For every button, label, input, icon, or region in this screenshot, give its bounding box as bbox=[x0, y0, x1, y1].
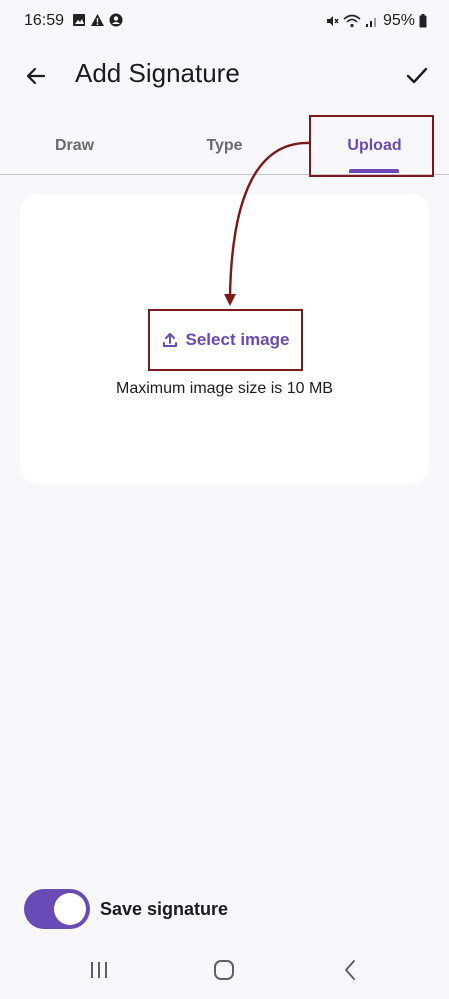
image-icon bbox=[73, 14, 85, 26]
chevron-left-icon bbox=[345, 960, 355, 980]
check-icon bbox=[406, 67, 428, 84]
toggle-knob bbox=[54, 893, 86, 925]
status-bar: 16:59 95% bbox=[0, 0, 449, 42]
confirm-button[interactable] bbox=[401, 60, 433, 92]
select-image-label: Select image bbox=[185, 330, 290, 349]
home-button[interactable] bbox=[204, 956, 244, 984]
arrow-back-icon bbox=[26, 67, 46, 85]
navigation-bar bbox=[0, 948, 449, 992]
home-icon bbox=[214, 960, 234, 980]
app-bar: Add Signature bbox=[0, 48, 449, 104]
page-title: Add Signature bbox=[75, 58, 240, 88]
status-time: 16:59 bbox=[24, 12, 65, 29]
account-icon bbox=[109, 13, 123, 27]
tab-upload[interactable]: Upload bbox=[300, 118, 449, 174]
save-signature-row: Save signature bbox=[24, 888, 228, 930]
system-back-button[interactable] bbox=[330, 956, 370, 984]
tab-type[interactable]: Type bbox=[150, 118, 299, 174]
recents-icon bbox=[91, 962, 107, 978]
upload-icon bbox=[162, 333, 177, 347]
battery-percent: 95% bbox=[382, 12, 415, 29]
mute-icon bbox=[326, 16, 339, 26]
status-notification-icons bbox=[72, 13, 123, 27]
wifi-icon bbox=[343, 14, 361, 28]
tab-draw[interactable]: Draw bbox=[0, 118, 149, 174]
save-signature-label: Save signature bbox=[100, 898, 229, 919]
warning-icon bbox=[91, 14, 104, 26]
status-system-icons: 95% bbox=[325, 12, 427, 30]
select-image-button[interactable]: Select image bbox=[148, 309, 303, 371]
recents-button[interactable] bbox=[79, 956, 119, 984]
max-image-size-text: Maximum image size is 10 MB bbox=[116, 380, 333, 397]
selected-tab-indicator bbox=[349, 169, 399, 173]
signal-icon bbox=[365, 18, 376, 27]
battery-icon bbox=[419, 14, 427, 28]
tab-bar: Draw Type Upload bbox=[0, 118, 449, 175]
save-signature-toggle[interactable] bbox=[24, 889, 90, 929]
back-button[interactable] bbox=[20, 60, 52, 92]
